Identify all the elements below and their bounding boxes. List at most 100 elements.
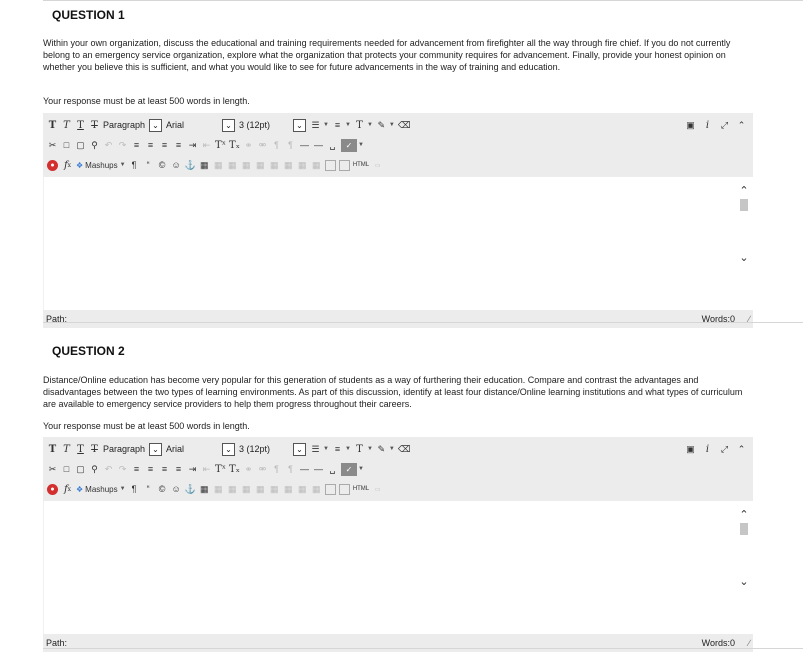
scroll-down-icon[interactable]: ⌄ xyxy=(737,574,751,588)
delete-row-icon[interactable]: ▦ xyxy=(269,482,280,496)
cut-icon[interactable]: ✂ xyxy=(47,138,58,152)
subscript-icon[interactable]: Tₓ xyxy=(229,462,240,476)
spellcheck-dropdown-icon[interactable]: ▼ xyxy=(358,466,364,472)
eraser-icon[interactable]: ⌫ xyxy=(398,118,411,132)
font-family-select[interactable]: Arial ⌄ xyxy=(166,442,236,456)
rtl-icon[interactable]: ¶ xyxy=(285,138,296,152)
bullet-list-dropdown-icon[interactable]: ▼ xyxy=(323,446,329,452)
cell-props-icon[interactable]: ▦ xyxy=(241,482,252,496)
font-size-select[interactable]: 3 (12pt) ⌄ xyxy=(239,442,307,456)
strikethrough-button[interactable]: T xyxy=(89,442,100,456)
spellcheck-icon[interactable]: ✓ xyxy=(341,462,357,476)
underline-button[interactable]: T xyxy=(75,442,86,456)
font-family-select[interactable]: Arial ⌄ xyxy=(166,118,236,132)
superscript-icon[interactable]: Tˣ xyxy=(215,138,226,152)
table-props-icon[interactable]: ▦ xyxy=(213,158,224,172)
text-color-icon[interactable]: T xyxy=(354,118,365,132)
scroll-up-icon[interactable]: ⌃ xyxy=(737,183,751,197)
delete-col-icon[interactable]: ▦ xyxy=(297,158,308,172)
copyright-icon[interactable]: © xyxy=(157,482,168,496)
font-size-select[interactable]: 3 (12pt) ⌄ xyxy=(239,118,307,132)
resize-grip-icon[interactable]: ∕ xyxy=(748,638,750,648)
table-props-icon[interactable]: ▦ xyxy=(213,482,224,496)
nonbreaking-space-icon[interactable]: ␣ xyxy=(327,462,338,476)
record-icon[interactable]: ● xyxy=(47,159,58,171)
emoticon-icon[interactable]: ☺ xyxy=(171,158,182,172)
indent-icon[interactable]: ⇥ xyxy=(187,462,198,476)
align-center-icon[interactable]: ≡ xyxy=(145,138,156,152)
strikethrough-button[interactable]: T xyxy=(89,118,100,132)
scroll-down-icon[interactable]: ⌄ xyxy=(737,250,751,264)
delete-col-icon[interactable]: ▦ xyxy=(297,482,308,496)
paste-icon[interactable]: ▢ xyxy=(75,462,86,476)
record-icon[interactable]: ● xyxy=(47,483,58,495)
blockquote-icon[interactable]: “ xyxy=(143,158,154,172)
undo-icon[interactable]: ↶ xyxy=(103,462,114,476)
copy-icon[interactable]: □ xyxy=(61,462,72,476)
bullet-list-icon[interactable]: ☰ xyxy=(310,118,321,132)
unlink-icon[interactable]: ⚮ xyxy=(257,138,268,152)
scroll-up-icon[interactable]: ⌃ xyxy=(737,507,751,521)
numbered-list-icon[interactable]: ≡ xyxy=(332,118,343,132)
find-icon[interactable]: ⚲ xyxy=(89,138,100,152)
paragraph-select[interactable]: Paragraph ⌄ xyxy=(103,118,163,132)
fullscreen-icon[interactable]: ⤢ xyxy=(719,118,730,132)
spellcheck-icon[interactable]: ✓ xyxy=(341,138,357,152)
row-props-icon[interactable]: ▦ xyxy=(227,158,238,172)
collapse-toolbar-icon[interactable]: ⌃ xyxy=(736,442,747,456)
unlink-icon[interactable]: ⚮ xyxy=(257,462,268,476)
html-source-button[interactable]: HTML xyxy=(353,482,369,496)
copyright-icon[interactable]: © xyxy=(157,158,168,172)
insert-col-icon[interactable]: ▦ xyxy=(283,158,294,172)
delete-row-icon[interactable]: ▦ xyxy=(269,158,280,172)
cell-props-icon[interactable]: ▦ xyxy=(241,158,252,172)
subscript-icon[interactable]: Tₓ xyxy=(229,138,240,152)
align-right-icon[interactable]: ≡ xyxy=(159,462,170,476)
css-icon[interactable]: ▭ xyxy=(372,158,383,172)
scrollbar[interactable]: ⌃ ⌄ xyxy=(737,177,751,310)
align-justify-icon[interactable]: ≡ xyxy=(173,462,184,476)
scroll-thumb[interactable] xyxy=(740,199,748,211)
split-cells-icon[interactable]: ▦ xyxy=(311,482,322,496)
split-cells-icon[interactable]: ▦ xyxy=(311,158,322,172)
insert-row-icon[interactable]: ▦ xyxy=(255,158,266,172)
css-icon[interactable]: ▭ xyxy=(372,482,383,496)
outdent-icon[interactable]: ⇤ xyxy=(201,462,212,476)
find-icon[interactable]: ⚲ xyxy=(89,462,100,476)
text-color-dropdown-icon[interactable]: ▼ xyxy=(367,122,373,128)
copy-icon[interactable]: □ xyxy=(61,138,72,152)
paragraph-mark-icon[interactable]: ¶ xyxy=(129,482,140,496)
ltr-icon[interactable]: ¶ xyxy=(271,138,282,152)
info-icon[interactable]: i xyxy=(702,442,713,456)
redo-icon[interactable]: ↷ xyxy=(117,138,128,152)
text-color-dropdown-icon[interactable]: ▼ xyxy=(367,446,373,452)
blockquote-icon[interactable]: “ xyxy=(143,482,154,496)
mashups-menu[interactable]: ❖ Mashups xyxy=(76,158,118,172)
nonbreaking-space-icon[interactable]: ␣ xyxy=(327,138,338,152)
numbered-list-dropdown-icon[interactable]: ▼ xyxy=(345,446,351,452)
text-color-icon[interactable]: T xyxy=(354,442,365,456)
info-icon[interactable]: i xyxy=(702,118,713,132)
indent-icon[interactable]: ⇥ xyxy=(187,138,198,152)
ltr-icon[interactable]: ¶ xyxy=(271,462,282,476)
link-icon[interactable]: ⚭ xyxy=(243,462,254,476)
scroll-thumb[interactable] xyxy=(740,523,748,535)
mashups-dropdown-icon[interactable]: ▼ xyxy=(120,486,126,492)
merge-cells-icon[interactable] xyxy=(324,483,336,495)
align-left-icon[interactable]: ≡ xyxy=(131,138,142,152)
preview-icon[interactable]: ▣ xyxy=(685,442,696,456)
formula-icon[interactable]: fx xyxy=(62,158,73,172)
italic-button[interactable]: T xyxy=(61,118,72,132)
formula-icon[interactable]: fx xyxy=(62,482,73,496)
undo-icon[interactable]: ↶ xyxy=(103,138,114,152)
paragraph-mark-icon[interactable]: ¶ xyxy=(129,158,140,172)
table-icon[interactable]: ▦ xyxy=(199,158,210,172)
insert-row-icon[interactable]: ▦ xyxy=(255,482,266,496)
horizontal-rule-icon[interactable]: — xyxy=(299,462,310,476)
bullet-list-icon[interactable]: ☰ xyxy=(310,442,321,456)
anchor-icon[interactable]: ⚓ xyxy=(185,482,196,496)
underline-button[interactable]: T xyxy=(75,118,86,132)
bold-button[interactable]: T xyxy=(47,442,58,456)
numbered-list-dropdown-icon[interactable]: ▼ xyxy=(345,122,351,128)
paste-icon[interactable]: ▢ xyxy=(75,138,86,152)
